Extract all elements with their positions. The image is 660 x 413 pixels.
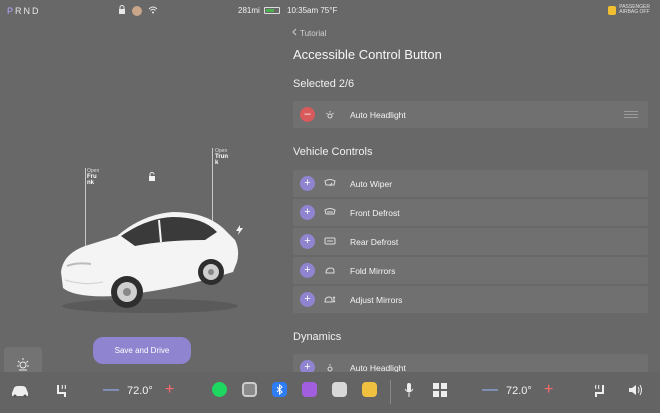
add-button[interactable]: + (300, 176, 315, 191)
selected-heading: Selected 2/6 (293, 78, 355, 90)
chevron-left-icon (292, 28, 297, 38)
battery-icon (263, 7, 280, 14)
car-icon[interactable] (10, 384, 30, 398)
avatar[interactable] (132, 5, 142, 16)
vehicle-item-label: Front Defrost (350, 207, 400, 218)
vehicle-item-fold-mirrors[interactable]: + Fold Mirrors (293, 257, 648, 284)
range-indicator: 281mi (238, 6, 280, 15)
temp-right-decrease-button[interactable]: — (482, 381, 498, 399)
dock-divider (390, 380, 391, 404)
lock-icon[interactable] (118, 5, 126, 16)
app-launcher-icon[interactable] (433, 383, 447, 397)
microphone-icon[interactable] (404, 382, 414, 398)
tesla-screen: PRND 281mi 10:35am 75°F PASSENGER AIRBAG … (0, 0, 660, 413)
dynamics-item-auto-headlight[interactable]: + Auto Headlight (293, 354, 648, 372)
time-temperature: 10:35am 75°F (287, 6, 338, 15)
save-and-drive-button[interactable]: Save and Drive (93, 337, 191, 364)
airbag-icon (608, 5, 617, 15)
vehicle-item-adjust-mirrors[interactable]: + Adjust Mirrors (293, 286, 648, 313)
vehicle-item-label: Adjust Mirrors (350, 294, 403, 305)
add-button[interactable]: + (300, 263, 315, 278)
camera-icon[interactable] (242, 382, 257, 397)
headlight-icon (323, 362, 337, 373)
headlight-icon (323, 109, 337, 121)
temp-left-value: 72.0° (127, 385, 153, 397)
dynamics-item-label: Auto Headlight (350, 362, 406, 373)
car-image (61, 212, 239, 313)
status-icons (118, 5, 158, 16)
frunk-callout[interactable]: Open Fru nk (87, 168, 99, 186)
vehicle-item-label: Rear Defrost (350, 236, 399, 247)
add-button[interactable]: + (300, 234, 315, 249)
bottom-dock: — 72.0° + — 72.0° + (0, 372, 660, 413)
karaoke-icon[interactable] (302, 382, 317, 397)
battery-level (265, 9, 275, 12)
gear-selector[interactable]: PRND (7, 6, 41, 16)
range-value: 281mi (238, 6, 260, 15)
status-bar: PRND 281mi 10:35am 75°F PASSENGER AIRBAG … (0, 0, 660, 22)
spotify-icon[interactable] (212, 382, 227, 397)
passenger-airbag-status: PASSENGER AIRBAG OFF (608, 5, 650, 15)
remove-button[interactable]: – (300, 107, 315, 122)
dynamics-heading: Dynamics (293, 331, 342, 343)
trunk-label-cont: k (215, 160, 219, 166)
trunk-callout[interactable]: Open Trun k (215, 148, 228, 166)
vehicle-item-front-defrost[interactable]: + Front Defrost (293, 199, 648, 226)
bluetooth-icon[interactable] (272, 382, 287, 397)
add-button[interactable]: + (300, 360, 315, 372)
temp-left-increase-button[interactable]: + (165, 381, 174, 399)
seat-heater-left-icon[interactable] (55, 383, 69, 399)
vehicle-controls-heading: Vehicle Controls (293, 146, 373, 158)
airbag-line2: AIRBAG OFF (619, 9, 650, 15)
selected-item-label: Auto Headlight (350, 109, 406, 120)
back-label: Tutorial (300, 28, 327, 38)
vehicle-item-label: Auto Wiper (350, 178, 393, 189)
adjust-mirror-icon (323, 294, 337, 306)
vehicle-item-rear-defrost[interactable]: + Rear Defrost (293, 228, 648, 255)
theater-icon[interactable] (332, 382, 347, 397)
charge-port-lock-icon[interactable] (148, 168, 156, 186)
gear-park[interactable]: P (7, 6, 15, 16)
vehicle-item-label: Fold Mirrors (350, 265, 396, 276)
car-view: Open Fru nk Open Trun k (0, 22, 283, 385)
front-defrost-icon (323, 207, 337, 219)
gear-rnd[interactable]: RND (15, 6, 41, 16)
toybox-icon[interactable] (362, 382, 377, 397)
frunk-label-cont: nk (87, 180, 95, 186)
temp-right-increase-button[interactable]: + (544, 381, 553, 399)
rear-defrost-icon (323, 236, 337, 248)
fold-mirror-icon (323, 265, 337, 277)
volume-icon[interactable] (628, 384, 644, 396)
vehicle-item-auto-wiper[interactable]: + Auto Wiper (293, 170, 648, 197)
wifi-icon (148, 6, 158, 16)
seat-heater-right-icon[interactable] (592, 383, 606, 399)
temp-left-decrease-button[interactable]: — (103, 381, 119, 399)
page-title: Accessible Control Button (293, 47, 442, 62)
customize-panel: Tutorial Accessible Control Button Selec… (283, 22, 660, 372)
wiper-icon (323, 178, 337, 190)
add-button[interactable]: + (300, 292, 315, 307)
selected-item-auto-headlight[interactable]: – Auto Headlight (293, 101, 648, 128)
drag-handle-icon[interactable] (624, 111, 638, 120)
add-button[interactable]: + (300, 205, 315, 220)
back-link[interactable]: Tutorial (292, 28, 326, 38)
temp-right-value: 72.0° (506, 385, 532, 397)
